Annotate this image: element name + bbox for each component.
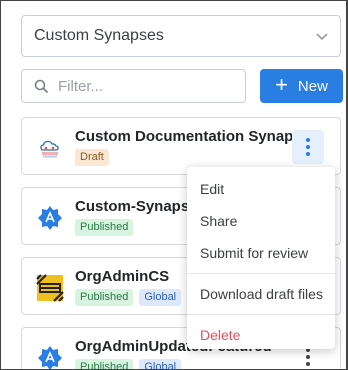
filter-placeholder: Filter... <box>58 77 104 95</box>
kebab-dot <box>306 355 310 359</box>
new-button-label: New <box>297 77 328 95</box>
card-badges: Published Global <box>75 359 182 369</box>
kebab-dot <box>306 362 310 366</box>
synapse-type-value: Custom Synapses <box>34 27 164 44</box>
card-title: Custom Documentation Synapse 1 <box>75 128 323 145</box>
menu-item-delete[interactable]: Delete <box>187 319 335 351</box>
card-badges: Published <box>75 219 134 236</box>
chevron-down-icon <box>314 28 330 49</box>
search-icon <box>34 79 49 98</box>
gear-app-icon <box>36 204 64 232</box>
kebab-dot <box>306 152 310 156</box>
status-badge: Draft <box>75 149 109 166</box>
menu-item-edit[interactable]: Edit <box>187 173 335 205</box>
more-options-button[interactable] <box>292 130 324 164</box>
status-badge: Published <box>75 289 134 306</box>
plus-icon: + <box>275 72 288 97</box>
menu-item-share[interactable]: Share <box>187 205 335 237</box>
card-badges: Published Global <box>75 289 182 306</box>
global-badge: Global <box>139 359 182 369</box>
status-badge: Published <box>75 219 134 236</box>
new-button[interactable]: + New <box>260 69 343 103</box>
synapse-panel: Custom Synapses Filter... + New Custom D… <box>0 0 348 370</box>
menu-divider <box>187 273 335 274</box>
global-badge: Global <box>139 289 182 306</box>
kebab-dot <box>306 138 310 142</box>
card-title: OrgAdminCS <box>75 268 170 285</box>
status-badge: Published <box>75 359 134 369</box>
testing-warning-icon <box>36 274 64 302</box>
menu-item-submit-review[interactable]: Submit for review <box>187 237 335 269</box>
filter-input[interactable]: Filter... <box>21 69 246 103</box>
menu-divider <box>187 314 335 315</box>
card-title: Custom-Synapse <box>75 198 198 215</box>
menu-item-download-draft[interactable]: Download draft files <box>187 278 335 310</box>
card-actions-menu: Edit Share Submit for review Download dr… <box>187 167 335 349</box>
app-store-icon <box>36 344 64 369</box>
synapse-type-select[interactable]: Custom Synapses <box>21 15 341 57</box>
cloud-document-icon <box>36 134 64 162</box>
card-badges: Draft <box>75 149 109 166</box>
kebab-dot <box>306 145 310 149</box>
